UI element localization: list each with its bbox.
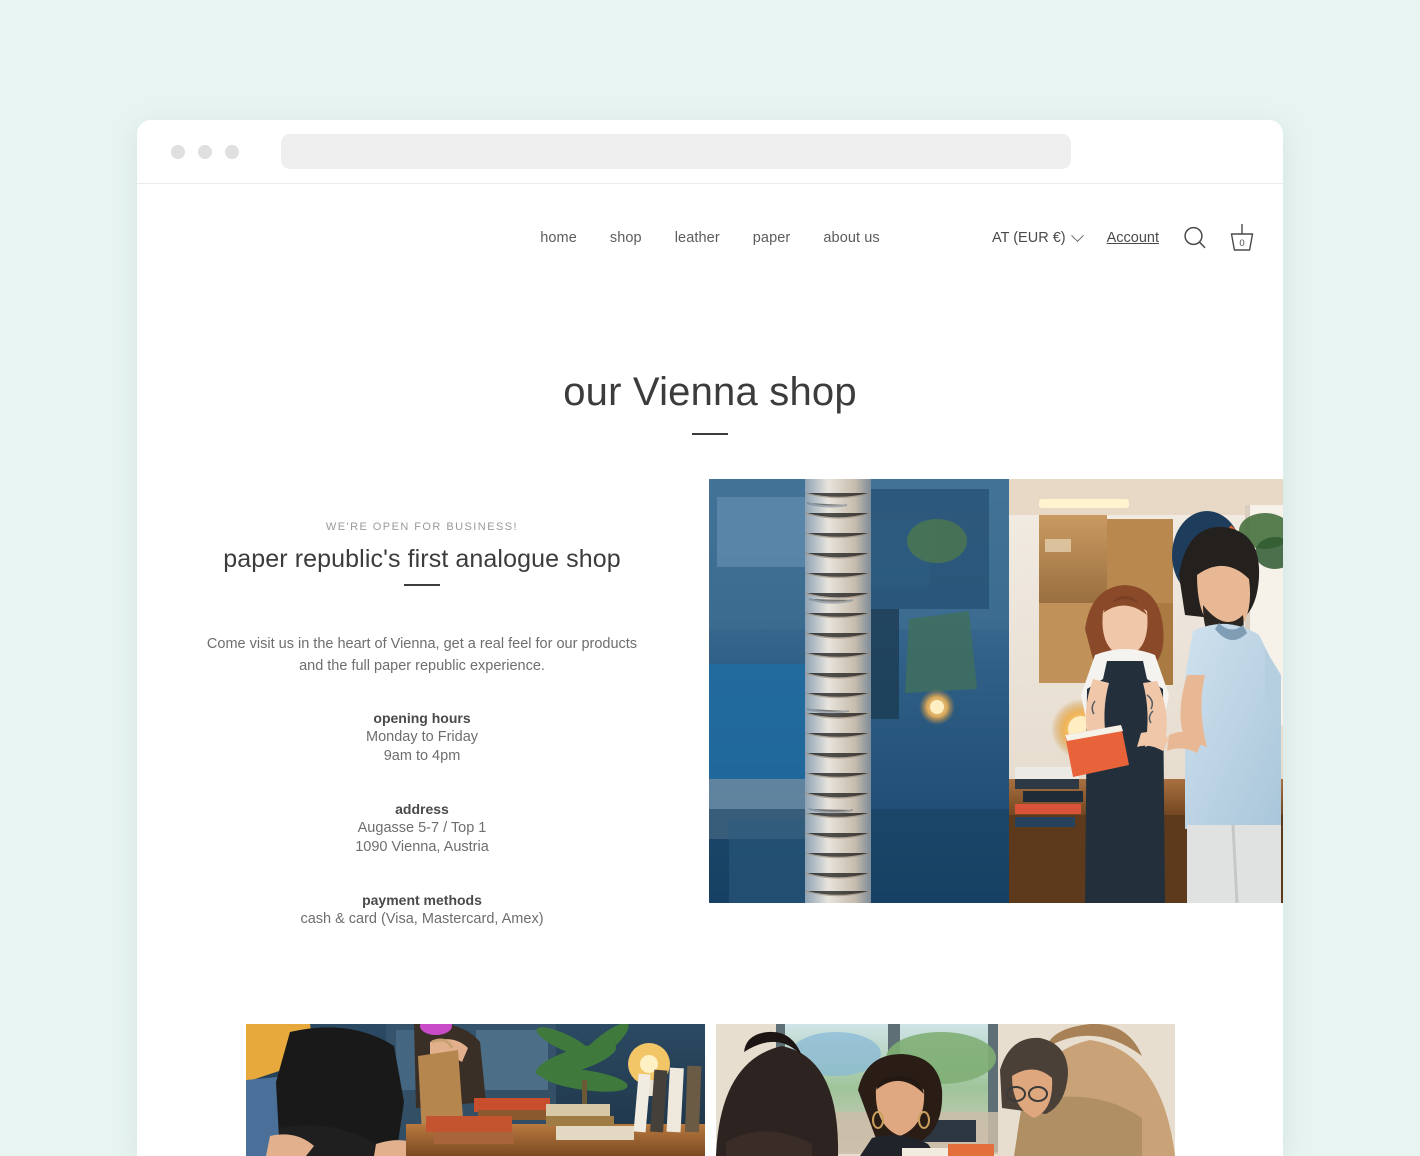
cart-button[interactable]: 0 — [1227, 222, 1257, 254]
info-label: opening hours — [373, 710, 471, 726]
info-label: payment methods — [362, 892, 482, 908]
info-group-payment-methods: payment methods cash & card (Visa, Maste… — [196, 891, 648, 929]
minimize-window-dot[interactable] — [198, 144, 212, 159]
search-button[interactable] — [1181, 224, 1209, 252]
gallery-row — [246, 1024, 1283, 1156]
traffic-lights — [171, 144, 239, 159]
gallery-photo-1-illustration — [246, 1024, 705, 1156]
hero-section: WE'RE OPEN FOR BUSINESS! paper republic'… — [137, 479, 1283, 927]
nav-item-paper[interactable]: paper — [753, 228, 791, 248]
info-line: 1090 Vienna, Austria — [355, 839, 489, 855]
nav-item-leather[interactable]: leather — [675, 228, 720, 248]
currency-selector[interactable]: AT (EUR €) — [992, 228, 1084, 246]
address-bar[interactable] — [281, 134, 1071, 169]
info-group-opening-hours: opening hours Monday to Friday 9am to 4p… — [196, 709, 648, 766]
page-title-block: our Vienna shop — [137, 370, 1283, 435]
info-label: address — [395, 801, 449, 817]
browser-window: home shop leather paper about us AT (EUR… — [137, 120, 1283, 1156]
maximize-window-dot[interactable] — [225, 144, 239, 159]
gallery-image-2 — [716, 1024, 1175, 1156]
close-window-dot[interactable] — [171, 144, 185, 159]
header-utilities: AT (EUR €) Account 0 — [992, 222, 1257, 254]
hero-image — [709, 479, 1283, 903]
chevron-down-icon — [1070, 228, 1084, 242]
info-line: cash & card (Visa, Mastercard, Amex) — [300, 911, 544, 927]
nav-item-about-us[interactable]: about us — [823, 228, 879, 248]
site-header: home shop leather paper about us AT (EUR… — [137, 184, 1283, 292]
info-line: Monday to Friday — [365, 729, 479, 745]
nav-item-shop[interactable]: shop — [610, 228, 642, 248]
hero-photo-illustration — [709, 479, 1283, 903]
info-group-address: address Augasse 5-7 / Top 1 1090 Vienna,… — [196, 800, 648, 857]
hero-heading: paper republic's first analogue shop — [223, 545, 621, 573]
title-divider — [692, 433, 728, 435]
hero-text-column: WE'RE OPEN FOR BUSINESS! paper republic'… — [196, 521, 648, 929]
nav-item-home[interactable]: home — [540, 228, 577, 248]
info-line: Augasse 5-7 / Top 1 — [357, 820, 487, 836]
gallery-image-1 — [246, 1024, 705, 1156]
gallery-photo-2-illustration — [716, 1024, 1175, 1156]
account-link[interactable]: Account — [1107, 230, 1159, 246]
currency-selector-label: AT (EUR €) — [992, 230, 1066, 246]
cart-item-count: 0 — [1239, 238, 1245, 249]
search-icon — [1184, 226, 1206, 249]
page-title: our Vienna shop — [563, 370, 857, 414]
main-navigation: home shop leather paper about us — [540, 228, 880, 248]
browser-chrome-bar — [137, 120, 1283, 184]
info-line: 9am to 4pm — [383, 748, 461, 764]
hero-divider — [404, 584, 440, 586]
hero-paragraph: Come visit us in the heart of Vienna, ge… — [206, 636, 638, 674]
hero-eyebrow: WE'RE OPEN FOR BUSINESS! — [325, 521, 519, 533]
